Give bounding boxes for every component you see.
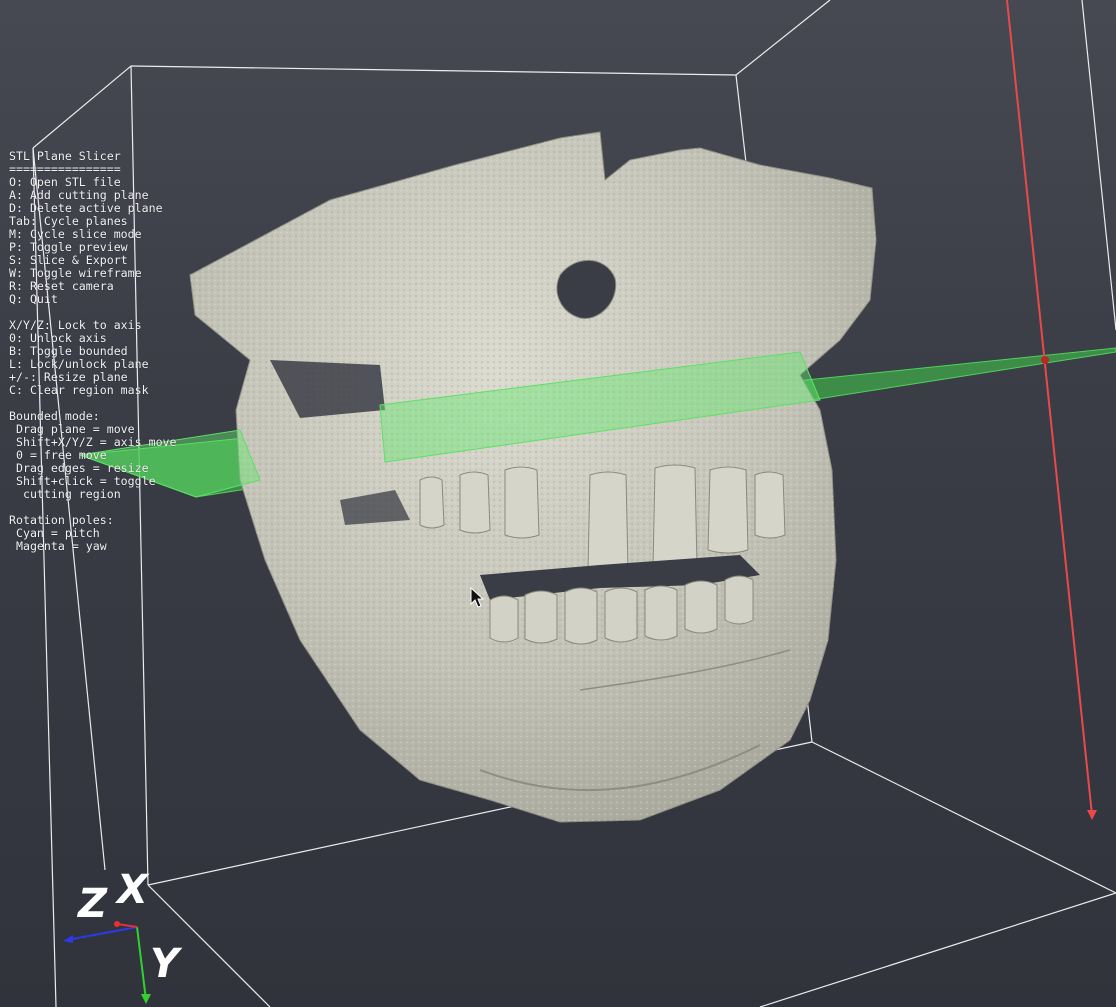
help-line: W: Toggle wireframe: [9, 266, 142, 280]
help-line: cutting region: [9, 487, 121, 501]
help-line: O: Open STL file: [9, 175, 121, 189]
help-line: Bounded mode:: [9, 409, 100, 423]
help-line: P: Toggle preview: [9, 240, 128, 254]
help-line: Q: Quit: [9, 292, 58, 306]
help-line: 0: Unlock axis: [9, 331, 107, 345]
help-line: Tab: Cycle planes: [9, 214, 128, 228]
help-line: Drag plane = move: [9, 422, 135, 436]
rotation-pole[interactable]: [1006, 0, 1097, 820]
help-line: 0 = free move: [9, 448, 107, 462]
help-line: D: Delete active plane: [9, 201, 163, 215]
help-line: ================: [9, 162, 121, 176]
help-line: Drag edges = resize: [9, 461, 149, 475]
help-line: Magenta = yaw: [9, 539, 107, 553]
help-line: Shift+X/Y/Z = axis move: [9, 435, 177, 449]
help-line: +/-: Resize plane: [9, 370, 128, 384]
3d-viewport[interactable]: STL Plane Slicer ================ O: Ope…: [0, 0, 1116, 1007]
help-line: R: Reset camera: [9, 279, 114, 293]
help-line: A: Add cutting plane: [9, 188, 149, 202]
help-line: M: Cycle slice mode: [9, 227, 142, 241]
mesh-model[interactable]: [189, 131, 877, 823]
help-line: Cyan = pitch: [9, 526, 100, 540]
help-line: STL Plane Slicer: [9, 149, 121, 163]
axis-label-z: Z: [78, 881, 108, 927]
keyboard-help-overlay: STL Plane Slicer ================ O: Ope…: [9, 150, 177, 553]
help-line: C: Clear region mask: [9, 383, 149, 397]
axis-label-y: Y: [150, 941, 179, 987]
axis-label-x: X: [117, 867, 148, 913]
help-line: Rotation poles:: [9, 513, 114, 527]
help-line: B: Toggle bounded: [9, 344, 128, 358]
help-line: X/Y/Z: Lock to axis: [9, 318, 142, 332]
help-line: S: Slice & Export: [9, 253, 128, 267]
help-line: Shift+click = toggle: [9, 474, 156, 488]
orientation-axes: [63, 921, 151, 1004]
help-line: L: Lock/unlock plane: [9, 357, 149, 371]
